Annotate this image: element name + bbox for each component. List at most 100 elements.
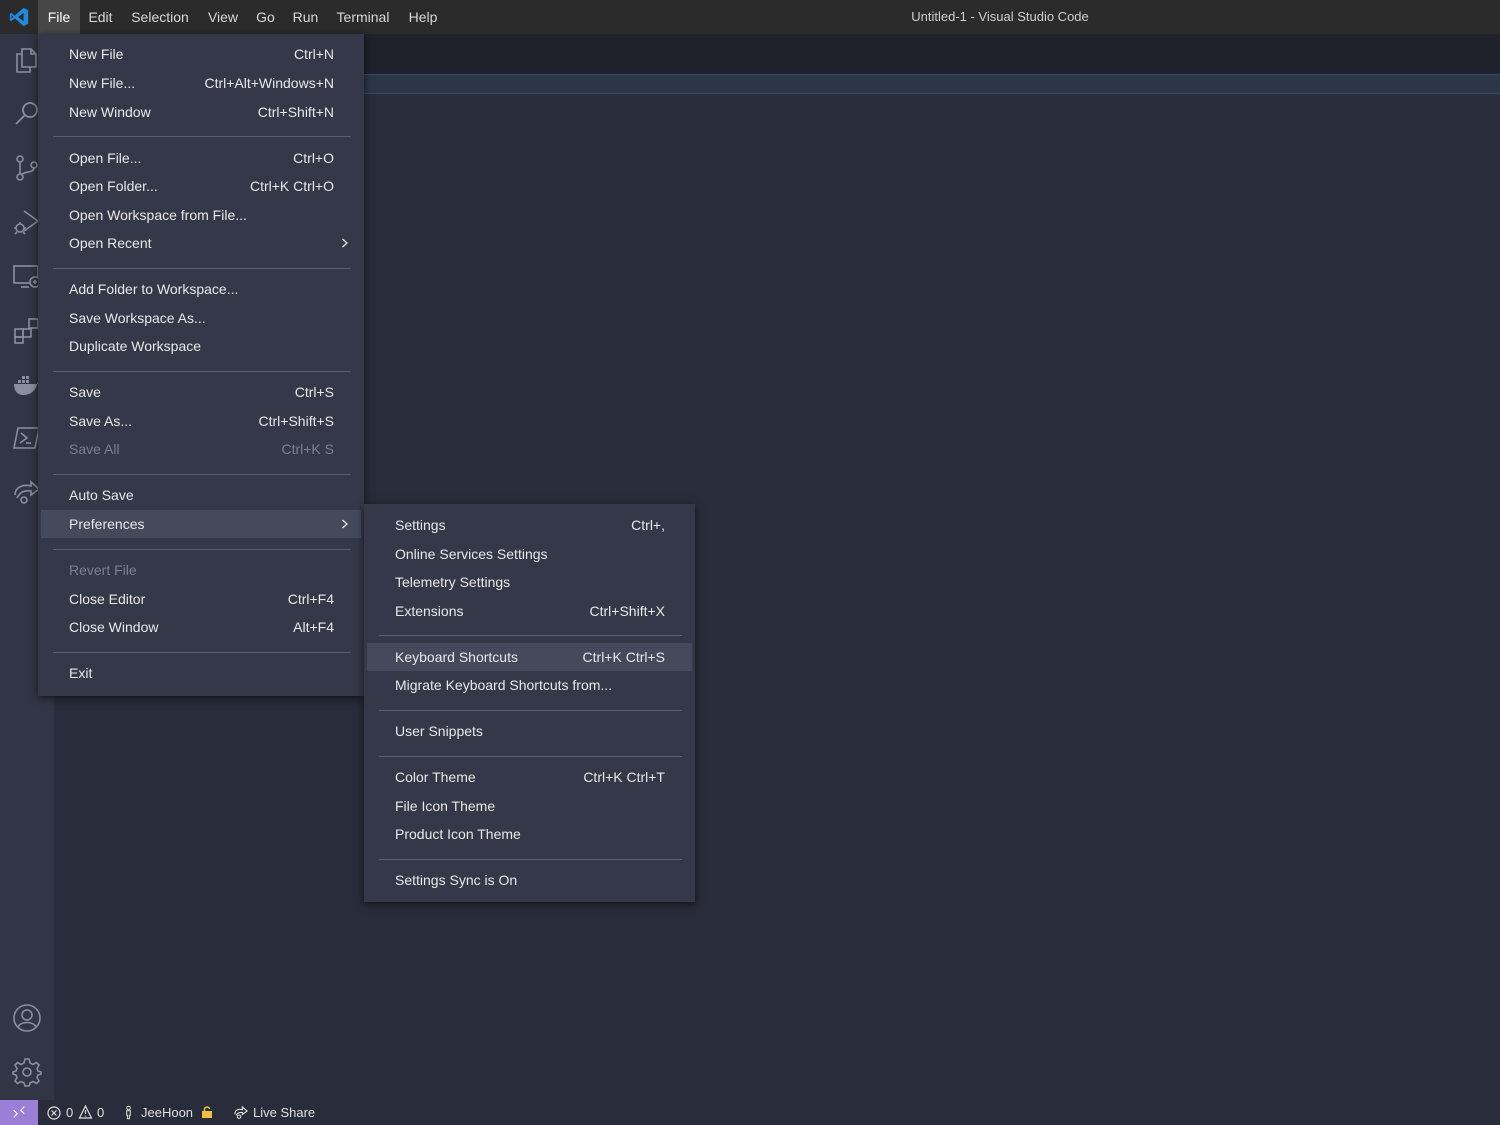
preferences-submenu: Settings Ctrl+, Online Services Settings…: [364, 504, 695, 902]
menu-item-label: Duplicate Workspace: [69, 338, 202, 354]
menu-item-product-icon-theme[interactable]: Product Icon Theme: [367, 820, 692, 848]
menu-item-shortcut: Ctrl+Shift+N: [257, 104, 334, 120]
remote-indicator-button[interactable]: [0, 1100, 38, 1125]
menu-item-shortcut: Ctrl+K S: [281, 441, 334, 457]
menu-item-label: Preferences: [69, 516, 145, 532]
window-title: Untitled-1 - Visual Studio Code: [911, 9, 1089, 24]
menu-item-label: Product Icon Theme: [395, 826, 521, 842]
menu-selection[interactable]: Selection: [121, 0, 199, 34]
menu-item-label: Exit: [69, 665, 93, 681]
menu-separator: [53, 549, 351, 550]
menu-file[interactable]: File: [38, 0, 80, 34]
menu-item-shortcut: Ctrl+O: [293, 150, 334, 166]
menu-item-open-folder[interactable]: Open Folder... Ctrl+K Ctrl+O: [41, 172, 361, 200]
menu-item-label: New File...: [69, 75, 136, 91]
error-count: 0: [66, 1105, 74, 1120]
menu-item-label: Save Workspace As...: [69, 310, 206, 326]
menu-item-shortcut: Ctrl+F4: [287, 591, 334, 607]
menu-item-settings-sync[interactable]: Settings Sync is On: [367, 866, 692, 894]
menu-item-new-file[interactable]: New File Ctrl+N: [41, 40, 361, 68]
menu-item-shortcut: Ctrl+Alt+Windows+N: [204, 75, 334, 91]
menu-help[interactable]: Help: [399, 0, 447, 34]
menu-item-new-window[interactable]: New Window Ctrl+Shift+N: [41, 98, 361, 126]
menu-item-label: New Window: [69, 104, 151, 120]
menu-separator: [379, 710, 682, 711]
account-button[interactable]: JeeHoon: [124, 1100, 219, 1125]
menu-item-label: Save All: [69, 441, 120, 457]
menu-item-save[interactable]: Save Ctrl+S: [41, 378, 361, 406]
menu-item-shortcut: Ctrl+K Ctrl+O: [249, 178, 334, 194]
menu-item-label: Online Services Settings: [395, 546, 548, 562]
menu-separator: [53, 371, 351, 372]
menu-item-close-window[interactable]: Close Window Alt+F4: [41, 613, 361, 641]
menu-item-duplicate-workspace[interactable]: Duplicate Workspace: [41, 332, 361, 360]
menu-item-shortcut: Ctrl+Shift+S: [258, 413, 334, 429]
menu-item-shortcut: Ctrl+Shift+X: [589, 603, 665, 619]
warning-count: 0: [97, 1105, 105, 1120]
menu-item-shortcut: Ctrl+,: [631, 517, 665, 533]
menu-item-new-file-dialog[interactable]: New File... Ctrl+Alt+Windows+N: [41, 69, 361, 97]
menu-item-exit[interactable]: Exit: [41, 659, 361, 687]
menu-item-settings[interactable]: Settings Ctrl+,: [367, 511, 692, 539]
menu-item-label: Auto Save: [69, 487, 134, 503]
menu-item-extensions[interactable]: Extensions Ctrl+Shift+X: [367, 597, 692, 625]
menu-item-save-as[interactable]: Save As... Ctrl+Shift+S: [41, 407, 361, 435]
menu-separator: [379, 859, 682, 860]
menu-item-label: New File: [69, 46, 124, 62]
menu-terminal[interactable]: Terminal: [327, 0, 399, 34]
menu-item-label: Add Folder to Workspace...: [69, 281, 239, 297]
accounts-icon[interactable]: [11, 1002, 43, 1034]
menu-item-shortcut: Ctrl+S: [294, 384, 334, 400]
manage-gear-icon[interactable]: [11, 1056, 43, 1088]
status-bar: 0 0 JeeHoon Live Share: [0, 1100, 1500, 1125]
menu-separator: [53, 474, 351, 475]
menu-item-open-workspace[interactable]: Open Workspace from File...: [41, 201, 361, 229]
menu-run[interactable]: Run: [284, 0, 327, 34]
menu-item-auto-save[interactable]: Auto Save: [41, 481, 361, 509]
menu-item-label: File Icon Theme: [395, 798, 496, 814]
menu-edit[interactable]: Edit: [80, 0, 121, 34]
menu-item-label: Open Recent: [69, 235, 152, 251]
menu-item-open-file[interactable]: Open File... Ctrl+O: [41, 144, 361, 172]
warning-icon: [78, 1105, 93, 1119]
lock-icon: [202, 1106, 212, 1118]
menu-separator: [53, 136, 351, 137]
chevron-right-icon: [342, 519, 348, 529]
live-share-status-icon: [234, 1105, 248, 1119]
menu-item-user-snippets[interactable]: User Snippets: [367, 717, 692, 745]
menu-item-label: Revert File: [69, 562, 137, 578]
menu-item-migrate-keyboard-shortcuts[interactable]: Migrate Keyboard Shortcuts from...: [367, 671, 692, 699]
menu-item-preferences[interactable]: Preferences: [41, 510, 361, 538]
person-icon: [126, 1105, 131, 1120]
menu-item-label: Keyboard Shortcuts: [395, 649, 518, 665]
menu-item-keyboard-shortcuts[interactable]: Keyboard Shortcuts Ctrl+K Ctrl+S: [367, 643, 692, 671]
menu-separator: [53, 268, 351, 269]
menu-item-label: Telemetry Settings: [395, 574, 511, 590]
menu-item-color-theme[interactable]: Color Theme Ctrl+K Ctrl+T: [367, 763, 692, 791]
menu-item-revert-file: Revert File: [41, 556, 361, 584]
menu-item-online-services-settings[interactable]: Online Services Settings: [367, 540, 692, 568]
menu-item-shortcut: Ctrl+N: [293, 46, 334, 62]
menu-item-add-folder[interactable]: Add Folder to Workspace...: [41, 275, 361, 303]
menu-separator: [53, 652, 351, 653]
user-name: JeeHoon: [141, 1105, 194, 1120]
menu-item-label: Save: [69, 384, 101, 400]
menu-item-label: Color Theme: [395, 769, 476, 785]
menu-separator: [379, 635, 682, 636]
menu-go[interactable]: Go: [247, 0, 284, 34]
menu-item-shortcut: Ctrl+K Ctrl+T: [583, 769, 665, 785]
menu-item-save-workspace-as[interactable]: Save Workspace As...: [41, 304, 361, 332]
menu-item-label: Extensions: [395, 603, 464, 619]
title-bar: File Edit Selection View Go Run Terminal…: [0, 0, 1500, 34]
menu-item-open-recent[interactable]: Open Recent: [41, 229, 361, 257]
menu-item-telemetry-settings[interactable]: Telemetry Settings: [367, 568, 692, 596]
menu-item-label: Settings Sync is On: [395, 872, 518, 888]
menu-item-file-icon-theme[interactable]: File Icon Theme: [367, 792, 692, 820]
vscode-logo-icon: [9, 7, 29, 27]
menu-item-save-all: Save All Ctrl+K S: [41, 435, 361, 463]
menu-view[interactable]: View: [199, 0, 247, 34]
menu-item-close-editor[interactable]: Close Editor Ctrl+F4: [41, 585, 361, 613]
live-share-button[interactable]: Live Share: [233, 1100, 323, 1125]
menu-item-label: Open Folder...: [69, 178, 158, 194]
menu-item-shortcut: Ctrl+K Ctrl+S: [582, 649, 665, 665]
